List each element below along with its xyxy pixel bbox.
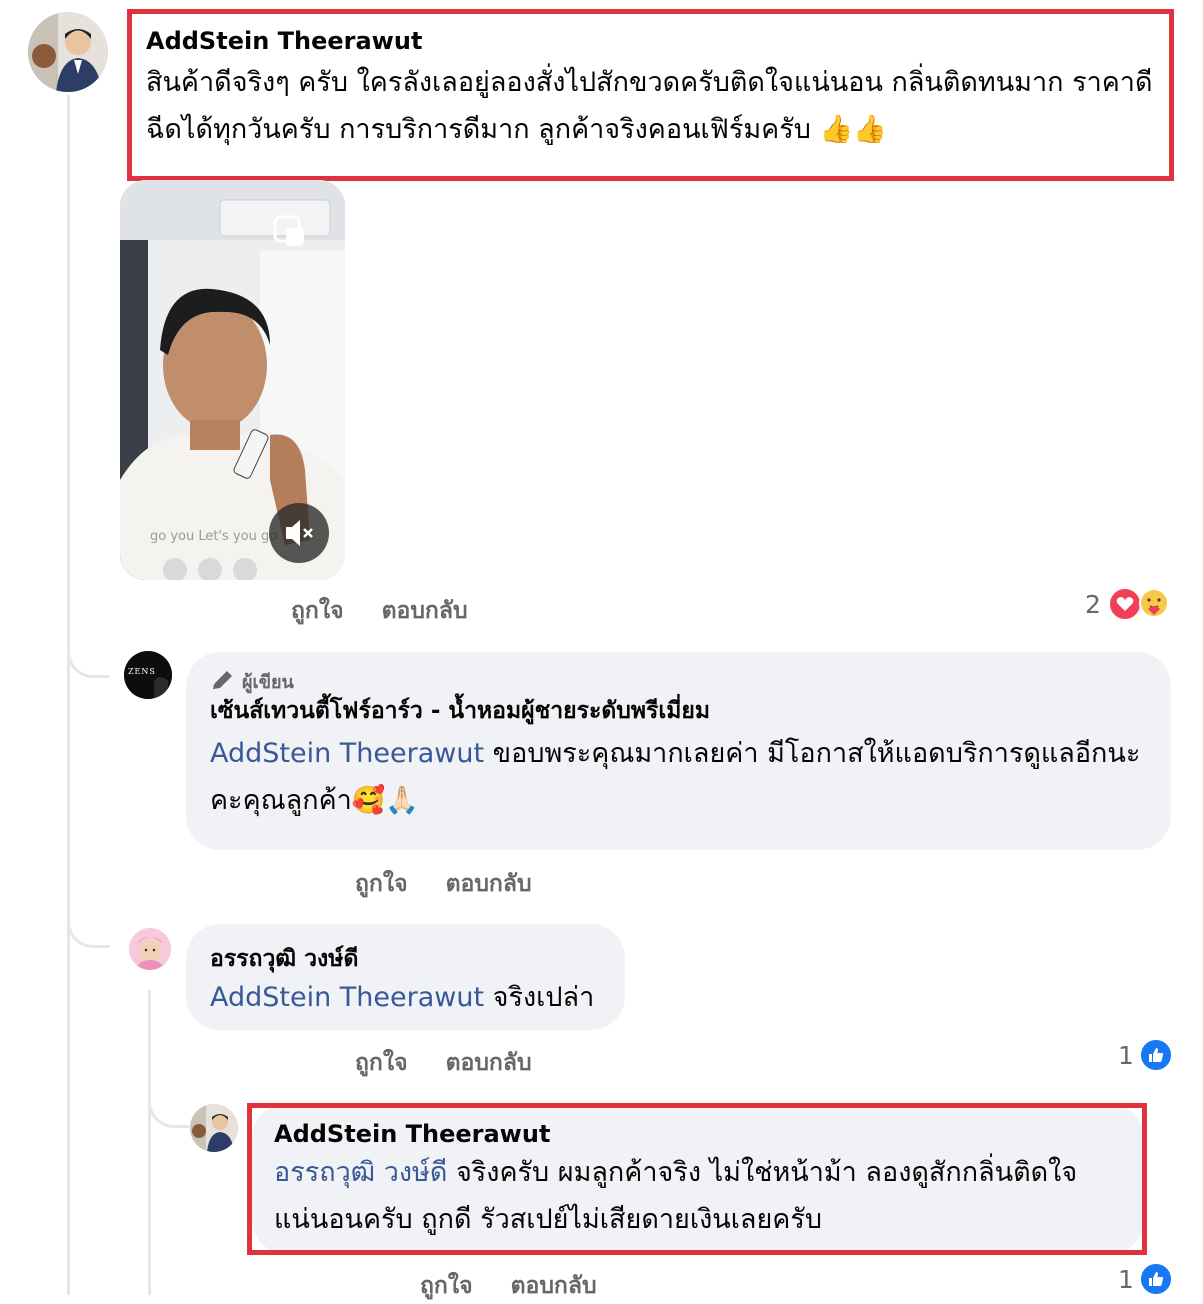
author-name[interactable]: เซ้นส์เทวนตี้โฟร์อาร์ว - น้ำหอมผู้ชายระด… <box>210 696 1160 726</box>
comment-text: สินค้าดีจริงๆ ครับ ใครลังเลอยู่ลองสั่งไป… <box>146 67 1153 145</box>
like-reaction-icon[interactable] <box>1139 1038 1173 1072</box>
comment-text: อรรถวุฒิ วงษ์ดี จริงครับ ผมลูกค้าจริง ไม… <box>274 1149 1134 1243</box>
avatar[interactable] <box>28 12 108 92</box>
like-link[interactable]: ถูกใจ <box>355 1050 408 1076</box>
author-name[interactable]: AddStein Theerawut <box>146 26 1161 56</box>
speaker-muted-icon <box>286 520 313 546</box>
pip-icon[interactable] <box>272 214 306 248</box>
avatar[interactable] <box>129 928 171 970</box>
mention-link[interactable]: AddStein Theerawut <box>210 738 484 769</box>
like-link[interactable]: ถูกใจ <box>420 1273 473 1299</box>
video-attachment[interactable]: go you Let's you go <box>120 180 345 580</box>
author-name[interactable]: อรรถวุฒิ วงษ์ดี <box>210 944 630 974</box>
reply-link[interactable]: ตอบกลับ <box>511 1273 597 1299</box>
comment-actions: ถูกใจ ตอบกลับ <box>291 593 498 629</box>
comment-text: AddStein Theerawut จริงเปล่า <box>210 974 630 1021</box>
page-logo-text: ZENS <box>128 667 156 676</box>
comment-actions: ถูกใจ ตอบกลับ <box>420 1268 627 1304</box>
reaction-count[interactable]: 1 <box>1118 1041 1134 1070</box>
avatar[interactable] <box>190 1104 238 1152</box>
mention-link[interactable]: AddStein Theerawut <box>210 982 484 1013</box>
reaction-icons[interactable] <box>1108 587 1174 621</box>
comment-content: AddStein Theerawut สินค้าดีจริงๆ ครับ ใค… <box>146 26 1161 153</box>
comment-actions: ถูกใจ ตอบกลับ <box>355 866 562 902</box>
comment-text: AddStein Theerawut ขอบพระคุณมากเลยค่า มี… <box>210 730 1160 824</box>
heart-icon <box>1108 587 1142 621</box>
reply-link[interactable]: ตอบกลับ <box>446 871 532 897</box>
comment-content: อรรถวุฒิ วงษ์ดี AddStein Theerawut จริงเ… <box>210 944 630 1021</box>
reply-link[interactable]: ตอบกลับ <box>382 598 468 624</box>
mention-link[interactable]: อรรถวุฒิ วงษ์ดี <box>274 1157 447 1188</box>
comment-content: ผู้เขียน เซ้นส์เทวนตี้โฟร์อาร์ว - น้ำหอม… <box>210 666 1160 824</box>
like-link[interactable]: ถูกใจ <box>291 598 344 624</box>
mute-button[interactable] <box>269 503 329 563</box>
comment-content: AddStein Theerawut อรรถวุฒิ วงษ์ดี จริงค… <box>274 1119 1134 1243</box>
like-link[interactable]: ถูกใจ <box>355 871 408 897</box>
care-icon <box>1138 587 1170 619</box>
comment-actions: ถูกใจ ตอบกลับ <box>355 1045 562 1081</box>
author-badge: ผู้เขียน <box>210 666 1160 696</box>
pen-icon <box>213 671 232 689</box>
reaction-count[interactable]: 1 <box>1118 1265 1134 1294</box>
reply-link[interactable]: ตอบกลับ <box>446 1050 532 1076</box>
author-badge-label: ผู้เขียน <box>242 671 294 693</box>
shirt-text: go you Let's you go <box>150 529 277 544</box>
page-avatar[interactable]: ZENS <box>124 651 172 699</box>
like-reaction-icon[interactable] <box>1139 1262 1173 1296</box>
reaction-count[interactable]: 2 <box>1085 590 1101 619</box>
author-name[interactable]: AddStein Theerawut <box>274 1119 1134 1149</box>
comment-body: จริงเปล่า <box>484 982 595 1013</box>
